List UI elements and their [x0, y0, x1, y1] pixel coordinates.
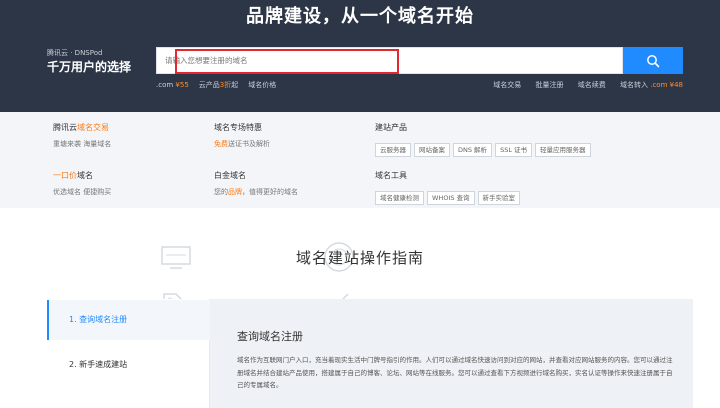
hero-title: 品牌建设，从一个域名开始 — [246, 6, 474, 27]
feature-grid: 腾讯云域名交易 重塘来袭 海量域名 域名专场特惠 免费送证书及解析 建站产品 云… — [0, 112, 720, 318]
grid-cell-fixed-price[interactable]: 一口价域名 优选域名 便捷购买 — [53, 160, 213, 208]
search-button[interactable] — [623, 47, 683, 74]
guide-tab-domain-query[interactable]: 1. 查询域名注册 — [47, 300, 210, 340]
cell-title: 域名工具 — [375, 171, 407, 180]
promo-links-right: 域名交易 批量注册 域名续费 域名转入 .com ¥48 — [481, 80, 683, 90]
tag-site-filing[interactable]: 网站备案 — [414, 143, 450, 157]
cell-title: 一口价域名 — [53, 171, 93, 180]
domain-price-link[interactable]: 域名价格 — [248, 81, 276, 89]
grid-cell-domain-trade[interactable]: 腾讯云域名交易 重塘来袭 海量域名 — [53, 112, 213, 160]
cell-title: 建站产品 — [375, 123, 407, 132]
panel-title: 查询域名注册 — [237, 330, 303, 343]
promo-links-left: .com ¥55 云产品3折起 域名价格 — [156, 80, 276, 90]
section-title: 域名建站操作指南 — [295, 249, 424, 267]
cell-subtitle: 优选域名 便捷购买 — [53, 188, 112, 196]
grid-cell-domain-special[interactable]: 域名专场特惠 免费送证书及解析 — [214, 112, 374, 160]
bulk-register-link[interactable]: 批量注册 — [536, 81, 564, 89]
domain-trade-link[interactable]: 域名交易 — [493, 81, 521, 89]
guide-panel: 查询域名注册 域名作为互联网门户入口，充当着现实生活中门牌号指引的作用。人们可以… — [210, 299, 693, 408]
cell-title: 腾讯云域名交易 — [53, 123, 109, 132]
grid-cell-domain-tools: 域名工具 域名健康检测 WHOIS 查询 新手实验室 — [375, 160, 705, 208]
tag-lighthouse[interactable]: 轻量应用服务器 — [535, 143, 591, 157]
guide-sidebar: 1. 查询域名注册 2. 新手速成建站 — [47, 299, 210, 408]
brand-tagline: 腾讯云 · DNSPod — [47, 49, 103, 57]
grid-cell-platinum-domain[interactable]: 白金域名 您的品牌，值得更好的域名 — [214, 160, 374, 208]
cell-subtitle: 重塘来袭 海量域名 — [53, 140, 112, 148]
brand-slogan: 千万用户的选择 — [47, 60, 132, 74]
com-price-link[interactable]: .com ¥55 — [156, 81, 189, 89]
cloud-discount-link[interactable]: 云产品3折起 — [199, 81, 238, 89]
domain-transfer-link[interactable]: 域名转入 .com ¥48 — [620, 81, 683, 89]
tag-ssl[interactable]: SSL 证书 — [495, 143, 533, 157]
cell-subtitle: 您的品牌，值得更好的域名 — [214, 188, 298, 196]
tag-health-check[interactable]: 域名健康检测 — [375, 191, 424, 205]
tag-whois[interactable]: WHOIS 查询 — [427, 191, 475, 205]
domain-search-input[interactable] — [165, 48, 615, 73]
search-icon — [647, 54, 660, 67]
grid-cell-site-products: 建站产品 云服务器 网站备案 DNS 解析 SSL 证书 轻量应用服务器 — [375, 112, 705, 160]
tool-tags: 域名健康检测 WHOIS 查询 新手实验室 — [375, 185, 523, 205]
cell-title: 白金域名 — [214, 171, 246, 180]
domain-search-box — [156, 47, 623, 74]
domain-renew-link[interactable]: 域名续费 — [578, 81, 606, 89]
tag-dns[interactable]: DNS 解析 — [453, 143, 493, 157]
tag-lab[interactable]: 新手实验室 — [477, 191, 521, 205]
tag-cloud-server[interactable]: 云服务器 — [375, 143, 411, 157]
cell-title: 域名专场特惠 — [214, 123, 262, 132]
panel-description: 域名作为互联网门户入口，充当着现实生活中门牌号指引的作用。人们可以通过域名快速访… — [237, 356, 673, 389]
product-tags: 云服务器 网站备案 DNS 解析 SSL 证书 轻量应用服务器 — [375, 137, 594, 157]
cell-subtitle: 免费送证书及解析 — [214, 140, 270, 148]
hero-banner: 品牌建设，从一个域名开始 腾讯云 · DNSPod 千万用户的选择 .com ¥… — [0, 0, 720, 112]
guide-tab-quick-site[interactable]: 2. 新手速成建站 — [47, 345, 210, 385]
